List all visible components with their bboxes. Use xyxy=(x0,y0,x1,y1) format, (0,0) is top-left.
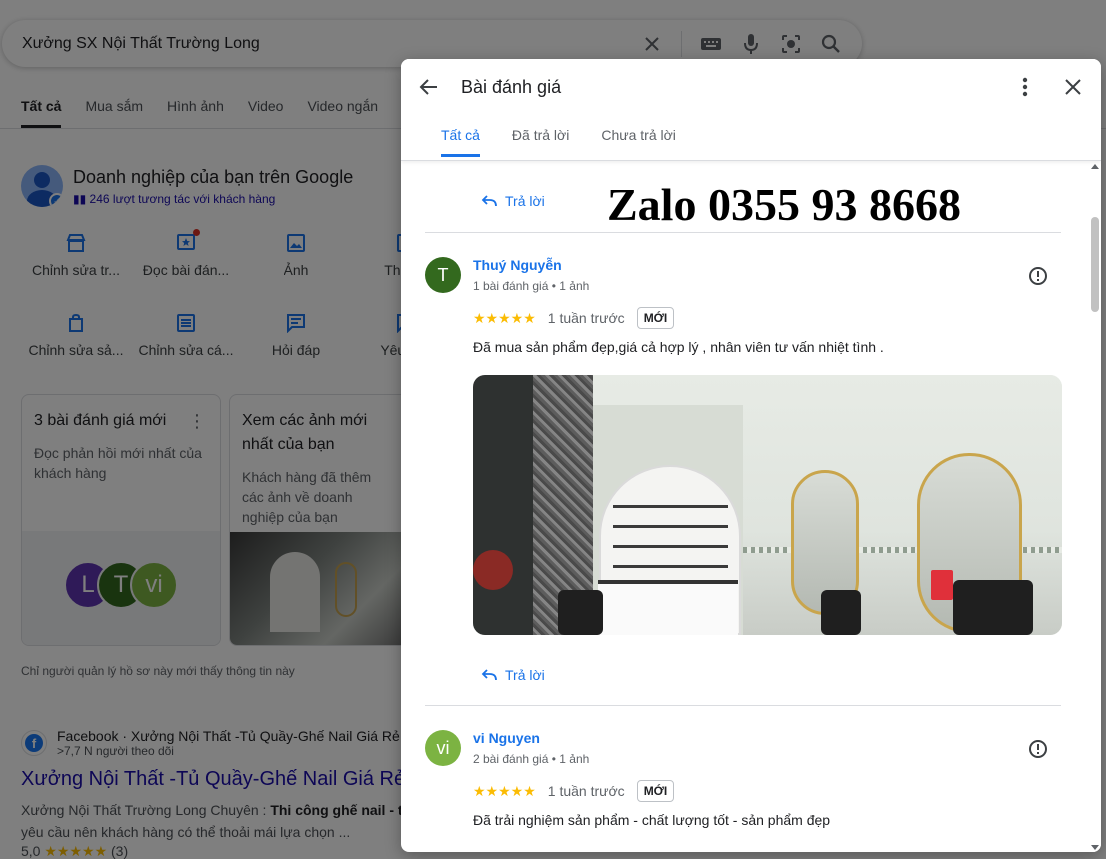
reply-arrow-icon xyxy=(481,669,497,681)
more-vert-icon[interactable] xyxy=(1013,75,1037,99)
reviewer-name[interactable]: Thuý Nguyễn xyxy=(473,257,562,273)
review-time: 1 tuần trước xyxy=(547,310,625,326)
reviewer-meta: 2 bài đánh giá • 1 ảnh xyxy=(473,752,590,766)
review-text: Đã mua sản phẩm đẹp,giá cả hợp lý , nhân… xyxy=(473,339,884,355)
review-text: Đã trải nghiệm sản phẩm - chất lượng tốt… xyxy=(473,812,831,828)
new-badge: MỚI xyxy=(636,780,675,802)
scroll-down-arrow-icon[interactable] xyxy=(1091,845,1099,850)
dialog-title: Bài đánh giá xyxy=(461,77,562,97)
new-badge: MỚI xyxy=(636,307,675,329)
scrollbar-thumb[interactable] xyxy=(1091,217,1099,312)
reply-button[interactable]: Trả lời xyxy=(481,193,545,209)
scroll-up-arrow-icon[interactable] xyxy=(1091,164,1099,169)
back-arrow-icon[interactable] xyxy=(417,75,441,99)
reply-button[interactable]: Trả lời xyxy=(481,667,545,683)
reviewer-name[interactable]: vi Nguyen xyxy=(473,730,540,746)
reviews-list[interactable]: Trả lời Zalo 0355 93 8668 T Thuý Nguyễn … xyxy=(401,162,1101,852)
avatar[interactable]: vi xyxy=(425,730,461,766)
reply-arrow-icon xyxy=(481,195,497,207)
report-flag-icon[interactable] xyxy=(1027,265,1049,287)
review-time: 1 tuần trước xyxy=(547,783,625,799)
scrollbar[interactable] xyxy=(1089,162,1101,852)
dialog-header: Bài đánh giá Tất cả Đã trả lời Chưa trả … xyxy=(401,59,1101,161)
review-divider xyxy=(425,232,1061,233)
rating-stars-icon: ★★★★★ xyxy=(473,782,536,799)
close-icon[interactable] xyxy=(1061,75,1085,99)
zalo-watermark: Zalo 0355 93 8668 xyxy=(607,179,961,230)
review-divider xyxy=(425,705,1061,706)
reviewer-meta: 1 bài đánh giá • 1 ảnh xyxy=(473,279,590,293)
review-filter-tabs: Tất cả Đã trả lời Chưa trả lời xyxy=(441,127,676,157)
rating-stars-icon: ★★★★★ xyxy=(473,309,536,326)
tab-replied[interactable]: Đã trả lời xyxy=(512,127,569,157)
tab-all-reviews[interactable]: Tất cả xyxy=(441,127,480,157)
reviews-dialog: Bài đánh giá Tất cả Đã trả lời Chưa trả … xyxy=(401,59,1101,852)
tab-unreplied[interactable]: Chưa trả lời xyxy=(601,127,676,157)
review-photo[interactable] xyxy=(473,375,1062,635)
report-flag-icon[interactable] xyxy=(1027,738,1049,760)
avatar[interactable]: T xyxy=(425,257,461,293)
